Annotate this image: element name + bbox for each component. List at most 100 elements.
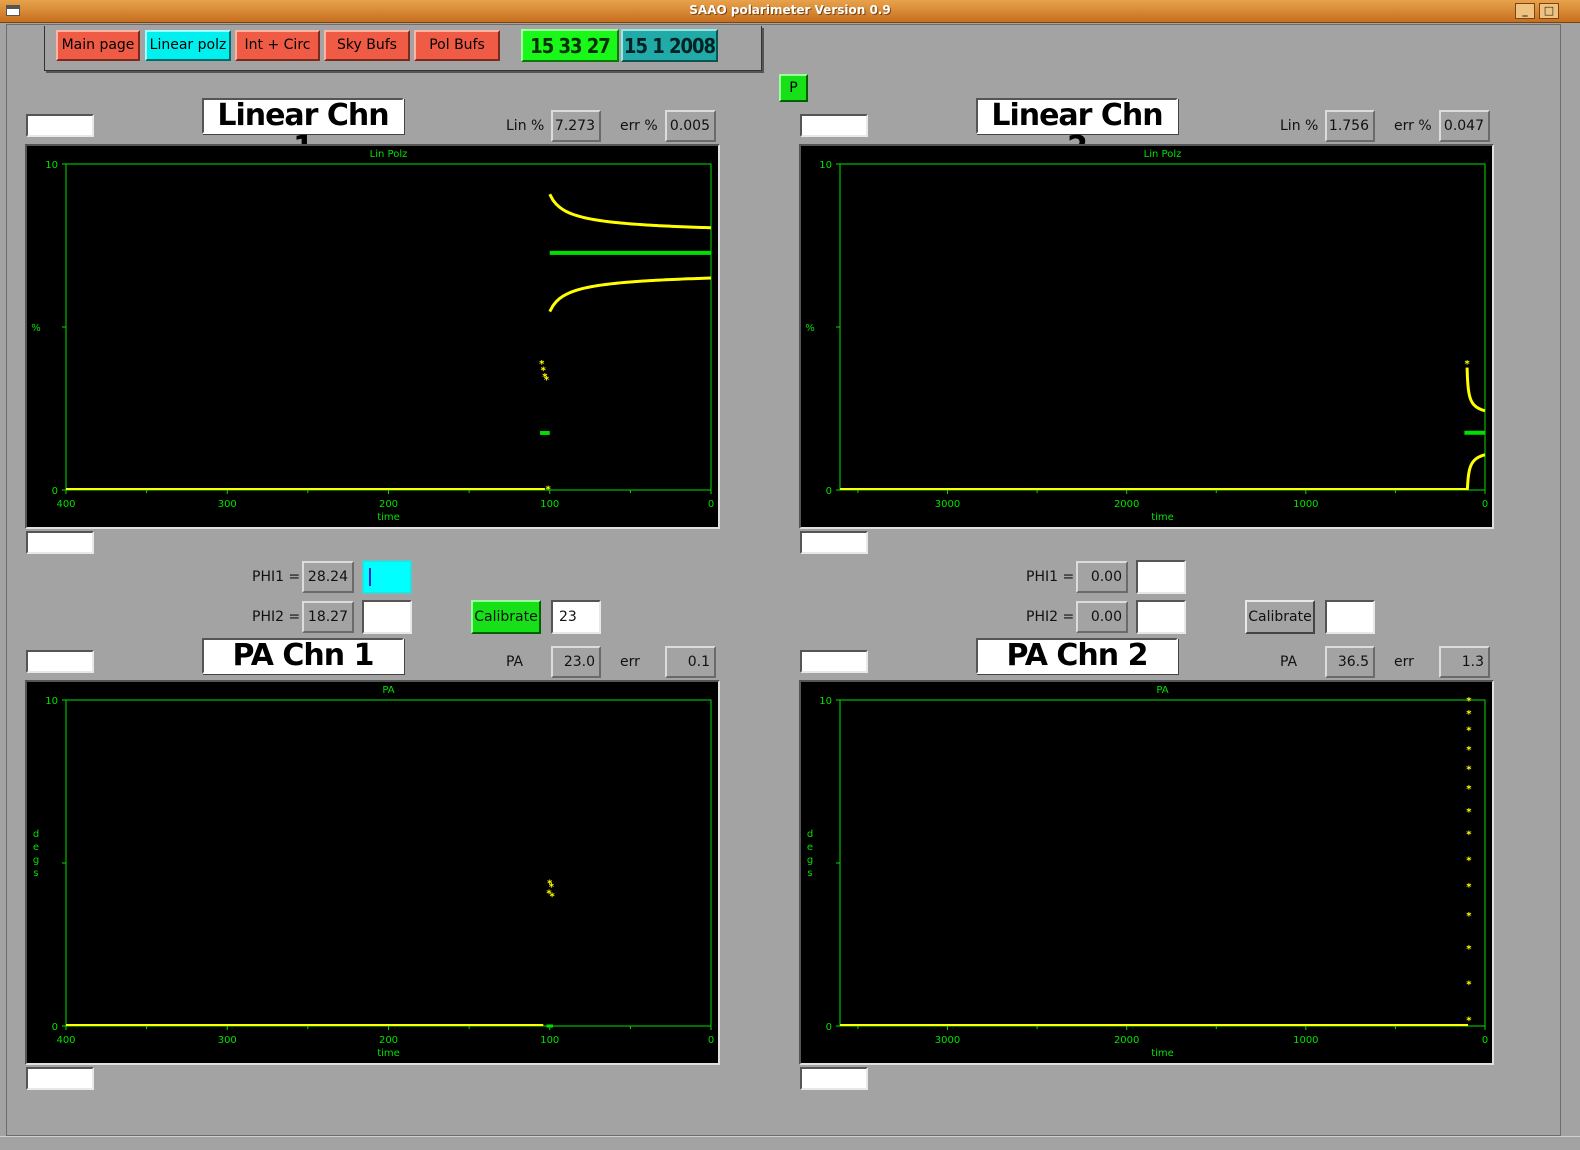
lin2-upper-error-curve (1465, 367, 1486, 413)
pa2-ylabel-char: g (807, 855, 813, 866)
ch1-phi1-input[interactable] (362, 560, 412, 594)
nav-linear-polz-button[interactable]: Linear polz (145, 30, 231, 61)
pa2-data-point: * (1466, 745, 1472, 756)
pa2-data-point: * (1466, 725, 1472, 736)
ch2-phi2-input[interactable] (1136, 600, 1186, 634)
window-bottom-border (0, 1136, 1580, 1150)
lin1-err: 0.005 (665, 110, 716, 142)
lin2-plot: Lin Polz 10 0% 3000 2000 1000 0 time * (805, 149, 1488, 523)
pa1-xtick-label: 200 (379, 1035, 398, 1046)
pa1-plot: PA100degs400 300 200 100 0time**** (33, 685, 714, 1059)
nav-int-circ-button[interactable]: Int + Circ (235, 30, 320, 61)
pa1-ytick-label: 10 (45, 696, 58, 707)
lin1-xtick-label: 0 (708, 499, 714, 510)
pa2-data-point: * (1466, 784, 1472, 795)
pa2-data-point: * (1466, 1015, 1472, 1026)
nav-sky-bufs-button[interactable]: Sky Bufs (324, 30, 410, 61)
pa1-xtick-label: 300 (218, 1035, 237, 1046)
pa2-plot-frame: PA 10 0 d e g s 3000 2000 1000 0 time * * * * * * * * * * * * * * (799, 680, 1494, 1065)
pa2-top-entry[interactable] (800, 650, 868, 673)
lin1-data-point: * (546, 484, 552, 495)
lin2-ylabel: % (805, 323, 815, 334)
ch2-phi1-label: PHI1 = (1026, 569, 1075, 585)
lin2-axes-box (839, 163, 1486, 491)
maximize-button[interactable]: □ (1539, 3, 1559, 19)
lin1-ylabel: % (31, 323, 41, 334)
pa1-data-point: * (546, 888, 552, 899)
window-title: SAAO polarimeter Version 0.9 (689, 3, 891, 17)
lin2-top-entry[interactable] (800, 114, 868, 137)
lin1-top-entry[interactable] (26, 114, 94, 137)
lin2-value: 1.756 (1325, 110, 1375, 142)
pa2-data-point: * (1466, 944, 1472, 955)
clock-date: 15 1 2008 (621, 29, 718, 62)
lin1-value-label: Lin % (506, 118, 545, 134)
ch1-calibrate-button[interactable]: Calibrate (471, 600, 541, 634)
pa1-bottom-entry[interactable] (26, 1067, 94, 1090)
pa2-data-point: * (1466, 696, 1472, 707)
pa2-xtick-label: 3000 (935, 1035, 960, 1046)
lin2-title: Linear Chn 2 (976, 98, 1178, 164)
pa1-xtick-label: 0 (708, 1035, 714, 1046)
lin2-plot-frame: Lin Polz 10 0% 3000 2000 1000 0 time * (799, 144, 1494, 529)
ch2-phi2-value: 0.00 (1076, 601, 1128, 633)
pa2-value: 36.5 (1325, 646, 1375, 678)
lin2-err-label: err % (1394, 118, 1432, 134)
lin2-ytick-label: 0 (826, 486, 832, 497)
pa2-err: 1.3 (1439, 646, 1490, 678)
pa1-axes-box (65, 699, 712, 1027)
pa2-bottom-entry[interactable] (800, 1067, 868, 1090)
lin1-err-label: err % (620, 118, 658, 134)
lin1-lower-error-curve (548, 276, 712, 313)
lin1-xlabel: time (377, 512, 400, 523)
pa2-plot: PA 10 0 degs 3000 2000 1000 0 time * * * * * * * * * * * * * * (807, 685, 1488, 1059)
p-button[interactable]: P (779, 74, 808, 102)
lin2-data-point: * (1464, 359, 1470, 370)
pa1-ylabel-char: s (33, 868, 38, 879)
lin2-xtick-label: 0 (1482, 499, 1488, 510)
ch1-phi1-value: 28.24 (302, 561, 354, 593)
ch1-phi2-input[interactable] (362, 600, 412, 634)
lin2-xtick-label: 1000 (1293, 499, 1318, 510)
lin2-value-label: Lin % (1280, 118, 1319, 134)
pa2-data-point: * (1466, 856, 1472, 867)
pa1-xtick-label: 400 (56, 1035, 75, 1046)
pa2-axes-box (839, 699, 1486, 1027)
lin2-xlabel: time (1151, 512, 1174, 523)
lin1-upper-error-curve (548, 193, 712, 230)
pa1-top-entry[interactable] (26, 650, 94, 673)
pa1-value-label: PA (506, 654, 524, 670)
ch2-phi1-input[interactable] (1136, 560, 1186, 594)
pa1-plot-frame: PA 10 0 d e g s 400 300 200 100 0 time * * * * (25, 680, 720, 1065)
lin1-bottom-entry[interactable] (26, 531, 94, 554)
pa2-data-point: * (1466, 709, 1472, 720)
pa2-ylabel-char: d (807, 829, 813, 840)
ch2-calibrate-input[interactable] (1325, 600, 1375, 634)
pa2-ytick-label: 0 (826, 1022, 832, 1033)
pa2-data-point: * (1466, 830, 1472, 841)
pa2-data-point: * (1466, 911, 1472, 922)
pa1-xtick-label: 100 (540, 1035, 559, 1046)
lin1-plot-title: Lin Polz (370, 149, 408, 160)
lin1-value: 7.273 (551, 110, 601, 142)
pa2-xtick-label: 2000 (1114, 1035, 1139, 1046)
pa1-ylabel-char: d (33, 829, 39, 840)
lin1-xtick-label: 200 (379, 499, 398, 510)
pa2-title: PA Chn 2 (976, 638, 1178, 674)
pa1-ytick-label: 0 (52, 1022, 58, 1033)
lin1-title: Linear Chn 1 (202, 98, 404, 164)
lin2-bottom-entry[interactable] (800, 531, 868, 554)
ch2-calibrate-button[interactable]: Calibrate (1245, 600, 1315, 634)
window-titlebar: SAAO polarimeter Version 0.9 _ □ (0, 0, 1580, 23)
lin2-err: 0.047 (1439, 110, 1490, 142)
minimize-button[interactable]: _ (1515, 3, 1535, 19)
pa2-value-label: PA (1280, 654, 1298, 670)
nav-main-page-button[interactable]: Main page (56, 30, 140, 61)
ch1-calibrate-input[interactable]: 23 (551, 600, 601, 634)
lin1-ytick-label: 0 (52, 486, 58, 497)
pa2-data-point: * (1466, 764, 1472, 775)
lin1-axes-box (65, 163, 712, 491)
pa2-xtick-label: 1000 (1293, 1035, 1318, 1046)
pa2-data-point: * (1466, 807, 1472, 818)
nav-pol-bufs-button[interactable]: Pol Bufs (414, 30, 500, 61)
